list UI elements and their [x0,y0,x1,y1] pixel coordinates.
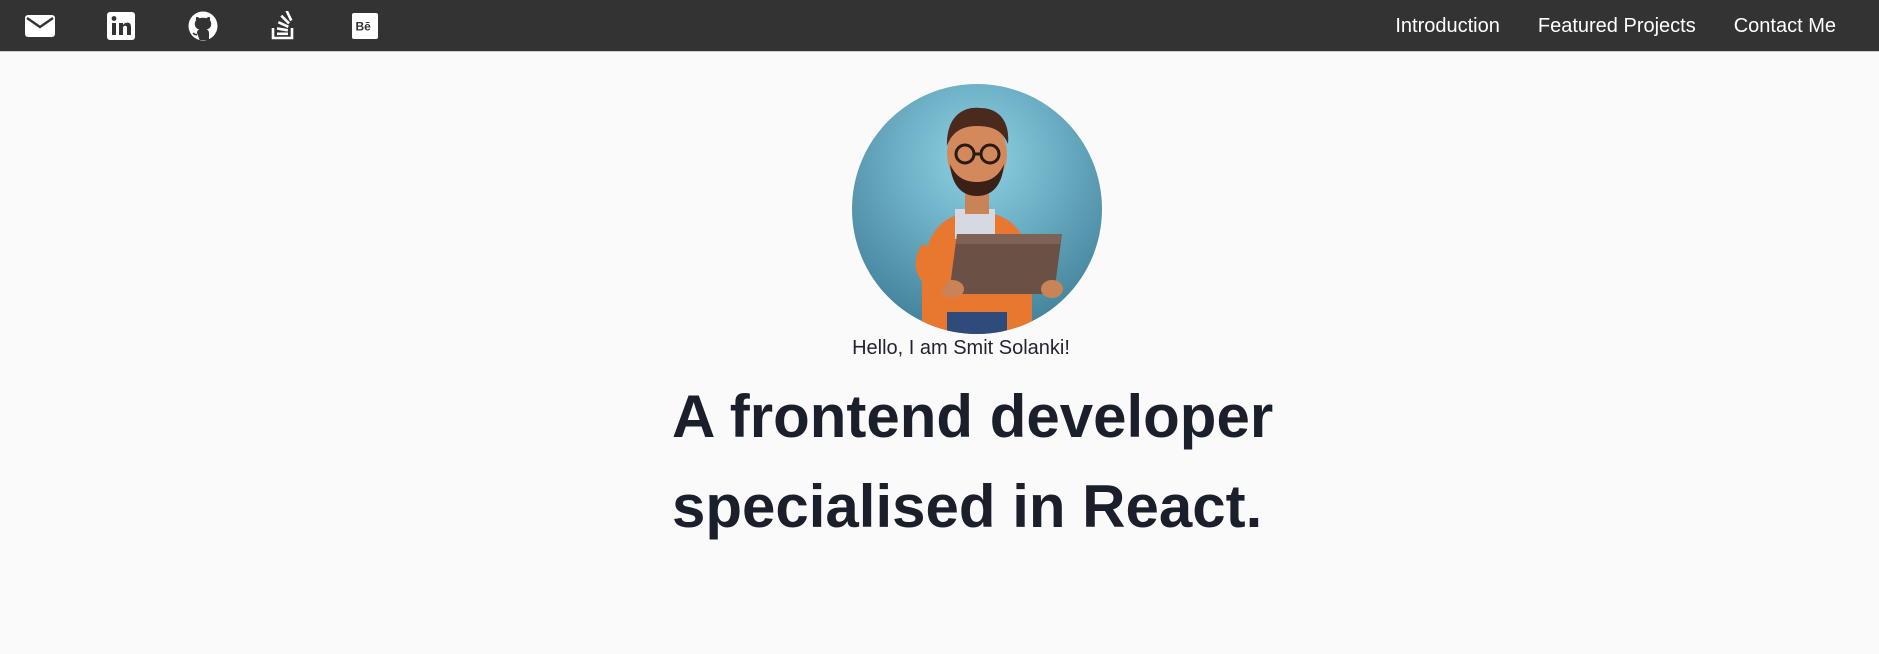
headline: A frontend developer specialised in Reac… [672,372,1372,552]
behance-link[interactable]: Bē [345,0,385,52]
github-icon [188,11,218,41]
top-navbar: Bē Introduction Featured Projects Contac… [0,0,1879,52]
nav-links: Introduction Featured Projects Contact M… [1395,0,1836,52]
nav-link-introduction[interactable]: Introduction [1395,15,1500,38]
behance-icon: Bē [352,13,378,39]
nav-link-contact-me[interactable]: Contact Me [1734,15,1836,38]
svg-text:Bē: Bē [356,20,372,34]
github-link[interactable] [183,0,223,52]
linkedin-icon [107,12,135,40]
greeting-text: Hello, I am Smit Solanki! [852,337,1070,359]
stackoverflow-link[interactable] [264,0,304,52]
headline-line-2: specialised in React. [672,473,1263,540]
nav-link-featured-projects[interactable]: Featured Projects [1538,15,1696,38]
avatar-illustration [852,84,1102,334]
email-link[interactable] [20,0,60,52]
email-icon [25,15,55,37]
headline-line-1: A frontend developer [672,383,1274,450]
developer-avatar [852,84,1102,334]
linkedin-link[interactable] [101,0,141,52]
stackoverflow-icon [271,11,294,40]
